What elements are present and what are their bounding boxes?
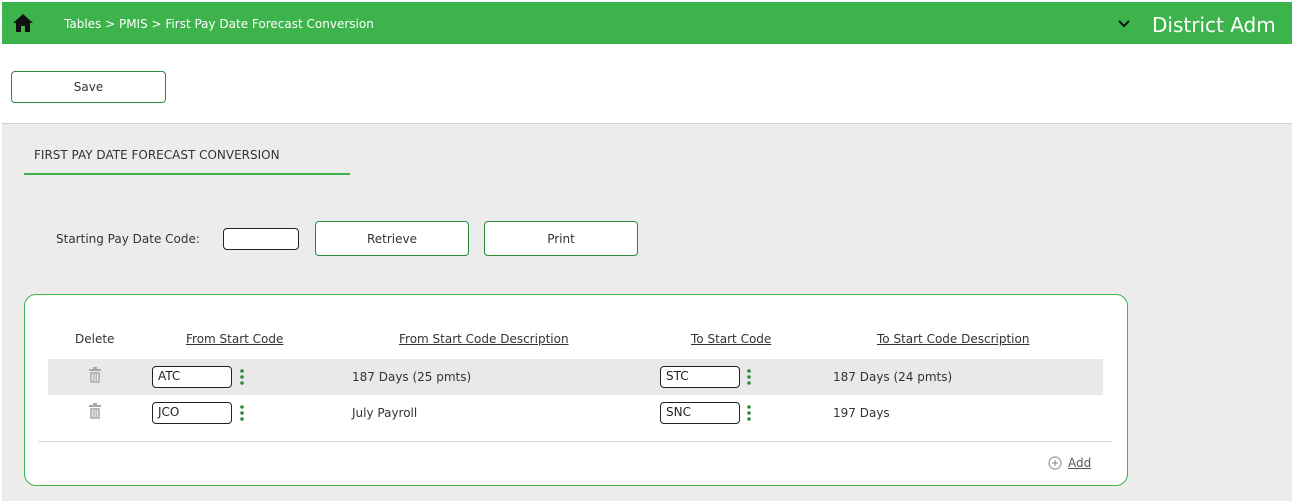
table-row: JCO July Payroll SNC 197 Days: [48, 395, 1103, 431]
section-title: FIRST PAY DATE FORECAST CONVERSION: [34, 148, 280, 162]
from-start-code-description: July Payroll: [352, 406, 418, 420]
save-button[interactable]: Save: [11, 71, 166, 103]
column-header-to-start-code[interactable]: To Start Code: [691, 332, 771, 346]
print-button[interactable]: Print: [484, 221, 638, 256]
from-start-code-input[interactable]: JCO: [152, 402, 232, 424]
chevron-down-icon[interactable]: [1118, 19, 1130, 29]
column-header-to-start-code-description[interactable]: To Start Code Description: [877, 332, 1029, 346]
starting-pay-date-code-label: Starting Pay Date Code:: [56, 232, 200, 246]
section-underline: [24, 173, 350, 175]
trash-icon[interactable]: [88, 367, 102, 383]
column-header-from-start-code[interactable]: From Start Code: [186, 332, 283, 346]
plus-circle-icon[interactable]: [1048, 456, 1062, 470]
top-bar: Tables > PMIS > First Pay Date Forecast …: [2, 2, 1292, 44]
retrieve-button[interactable]: Retrieve: [315, 221, 469, 256]
breadcrumb[interactable]: Tables > PMIS > First Pay Date Forecast …: [64, 17, 374, 31]
kebab-icon[interactable]: [240, 405, 244, 421]
from-start-code-input[interactable]: ATC: [152, 366, 232, 388]
kebab-icon[interactable]: [240, 369, 244, 385]
home-icon[interactable]: [12, 13, 34, 33]
to-start-code-description: 197 Days: [833, 406, 890, 420]
add-row-link[interactable]: Add: [1048, 456, 1091, 470]
column-header-from-start-code-description[interactable]: From Start Code Description: [399, 332, 569, 346]
district-selector[interactable]: District Adm: [1152, 13, 1276, 37]
trash-icon[interactable]: [88, 403, 102, 419]
kebab-icon[interactable]: [747, 369, 751, 385]
to-start-code-input[interactable]: STC: [660, 366, 740, 388]
from-start-code-description: 187 Days (25 pmts): [352, 370, 472, 384]
add-row-label[interactable]: Add: [1068, 456, 1091, 470]
column-header-delete: Delete: [75, 332, 115, 346]
starting-pay-date-code-input[interactable]: [223, 228, 299, 250]
grid-separator: [38, 441, 1112, 442]
to-start-code-input[interactable]: SNC: [660, 402, 740, 424]
table-row: ATC 187 Days (25 pmts) STC 187 Days (24 …: [48, 359, 1103, 395]
kebab-icon[interactable]: [747, 405, 751, 421]
to-start-code-description: 187 Days (24 pmts): [833, 370, 953, 384]
